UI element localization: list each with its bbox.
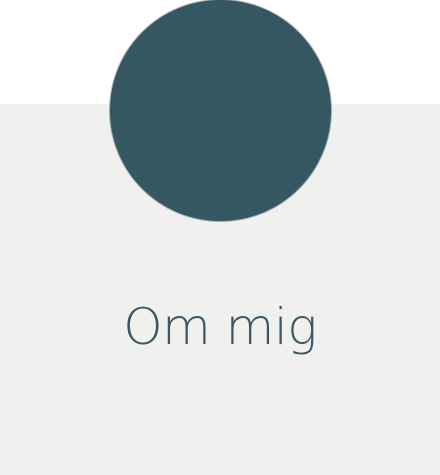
about-avatar-circle (110, 0, 331, 221)
about-section-title: Om mig (123, 298, 317, 356)
